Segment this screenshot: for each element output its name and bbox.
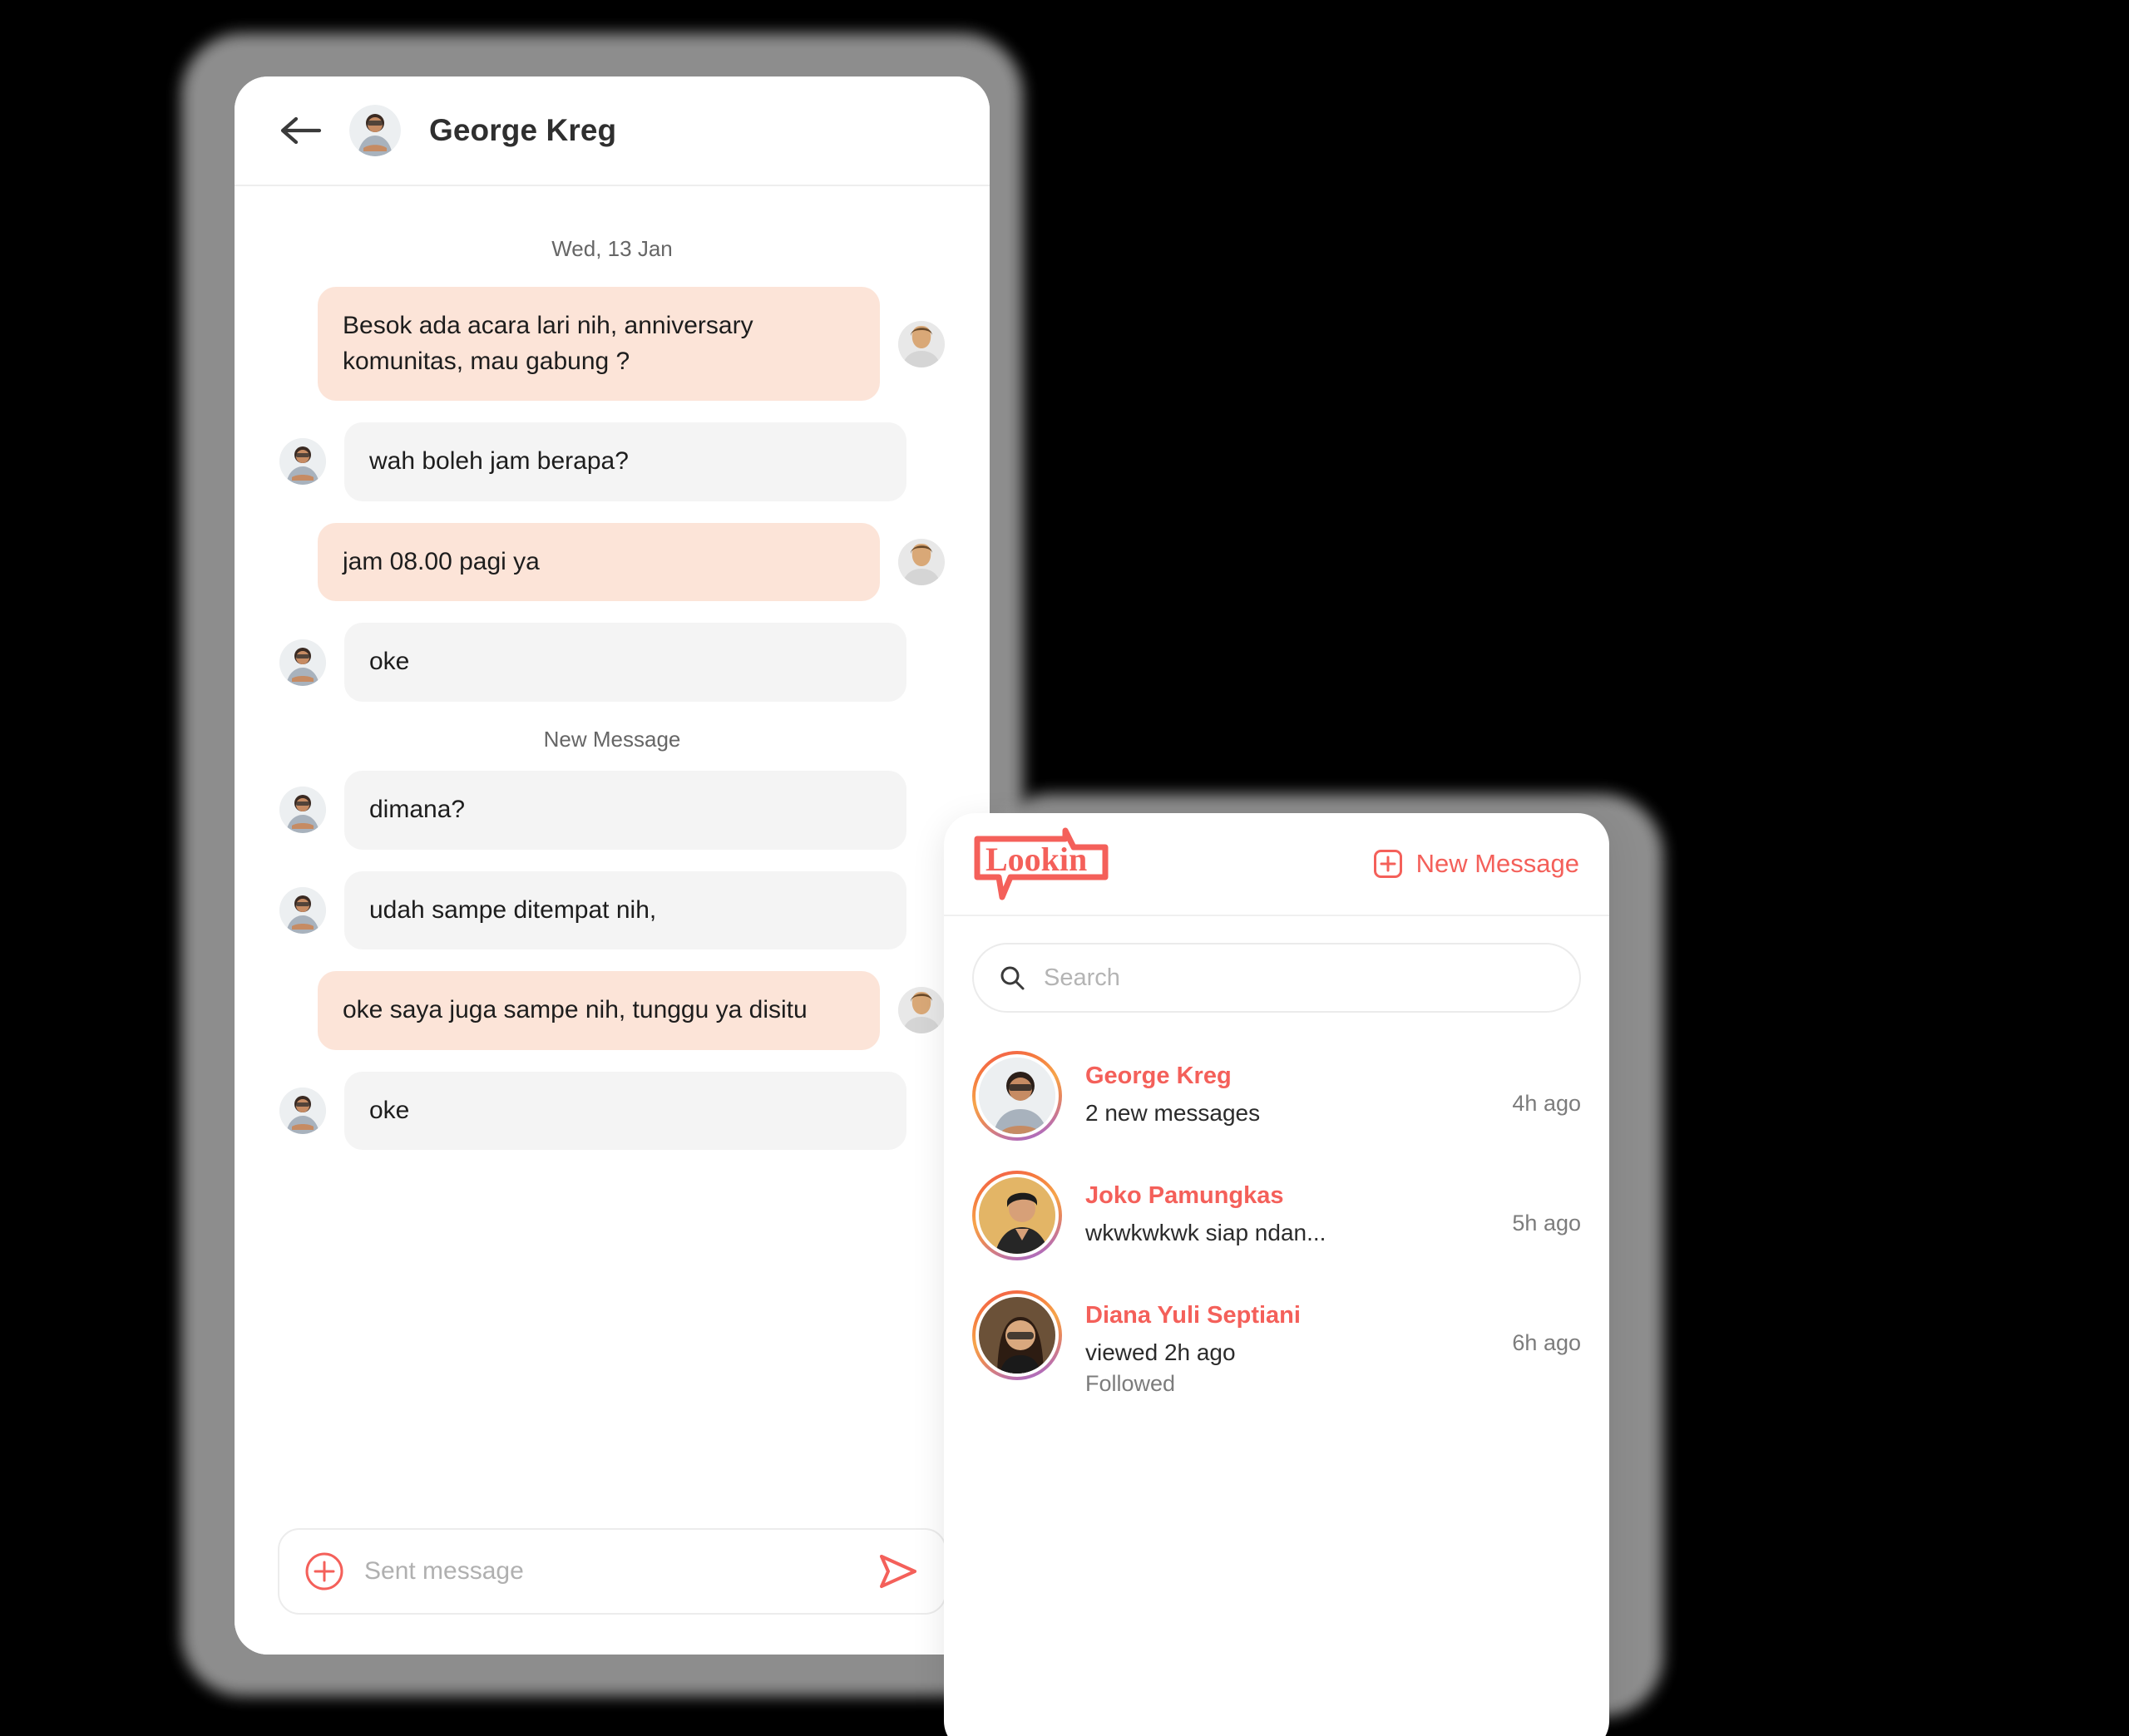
inbox-header: Lookin New Message (944, 813, 1609, 916)
message-row: oke (235, 623, 990, 702)
avatar (279, 787, 326, 834)
follow-status: Followed (1085, 1371, 1176, 1396)
new-message-label: New Message (1415, 849, 1579, 878)
list-item[interactable]: Joko Pamungkas wkwkwkwk siap ndan... 5h … (972, 1156, 1581, 1275)
send-paper-plane-icon[interactable] (877, 1550, 920, 1593)
svg-text:Lookin: Lookin (985, 841, 1087, 878)
message-preview: viewed 2h ago (1085, 1339, 1236, 1365)
message-row: udah sampe ditempat nih, (235, 870, 990, 950)
avatar (898, 539, 945, 586)
date-separator: Wed, 13 Jan (551, 236, 673, 261)
chat-header: George Kreg (235, 76, 990, 186)
inbox-panel: Lookin New Message Search George Kreg 2 … (944, 813, 1609, 1736)
message-row: oke (235, 1071, 990, 1151)
avatar (279, 886, 326, 934)
composer[interactable] (278, 1528, 946, 1615)
search-section (944, 916, 1609, 1018)
message-bubble-outgoing: oke saya juga sampe nih, tunggu ya disit… (318, 971, 880, 1050)
avatar (279, 1087, 326, 1135)
timestamp: 6h ago (1512, 1330, 1581, 1355)
message-row: wah boleh jam berapa? (235, 422, 990, 501)
message-input[interactable] (364, 1557, 860, 1586)
timestamp: 5h ago (1512, 1211, 1581, 1235)
message-bubble-outgoing: Besok ada acara lari nih, anniversary ko… (318, 287, 880, 402)
message-bubble-incoming: oke (344, 623, 906, 702)
message-row: jam 08.00 pagi ya (235, 522, 990, 602)
message-row: Besok ada acara lari nih, anniversary ko… (235, 287, 990, 402)
avatar (972, 1171, 1062, 1260)
new-message-button[interactable]: New Message (1373, 849, 1579, 879)
lookin-logo: Lookin (972, 826, 1110, 902)
composer-bar (235, 1488, 990, 1655)
list-item-text: Joko Pamungkas wkwkwkwk siap ndan... (1085, 1171, 1512, 1246)
list-item[interactable]: Diana Yuli Septiani viewed 2h ago Follow… (972, 1275, 1581, 1412)
contact-name: George Kreg (1085, 1063, 1232, 1089)
chat-header-avatar (349, 105, 401, 156)
timestamp: 4h ago (1512, 1091, 1581, 1116)
list-item-text: Diana Yuli Septiani viewed 2h ago Follow… (1085, 1290, 1512, 1397)
message-row: dimana? (235, 770, 990, 850)
list-item-text: George Kreg 2 new messages (1085, 1051, 1512, 1127)
avatar (898, 320, 945, 367)
message-bubble-incoming: wah boleh jam berapa? (344, 422, 906, 501)
message-row: oke saya juga sampe nih, tunggu ya disit… (235, 971, 990, 1050)
chat-message-list[interactable]: Wed, 13 Jan Besok ada acara lari nih, an… (235, 186, 990, 1655)
chat-panel: George Kreg Wed, 13 Jan Besok ada acara … (235, 76, 990, 1655)
message-bubble-incoming: oke (344, 1071, 906, 1151)
message-bubble-incoming: dimana? (344, 770, 906, 850)
screen-root: George Kreg Wed, 13 Jan Besok ada acara … (0, 0, 2129, 1736)
new-message-separator: New Message (543, 726, 681, 752)
avatar (279, 438, 326, 486)
plus-circle-icon[interactable] (304, 1551, 344, 1591)
back-arrow-icon[interactable] (278, 112, 323, 149)
search-icon (999, 964, 1025, 991)
conversation-list: George Kreg 2 new messages 4h ago Joko P… (944, 1018, 1609, 1412)
search-box[interactable] (972, 943, 1581, 1013)
avatar (898, 987, 945, 1034)
chat-title: George Kreg (429, 113, 617, 147)
message-preview: wkwkwkwk siap ndan... (1085, 1220, 1326, 1245)
search-input[interactable] (1044, 964, 1554, 992)
message-bubble-incoming: udah sampe ditempat nih, (344, 870, 906, 950)
plus-square-icon (1373, 849, 1403, 879)
message-preview: 2 new messages (1085, 1100, 1261, 1126)
avatar (279, 639, 326, 686)
contact-name: Joko Pamungkas (1085, 1182, 1284, 1209)
contact-name: Diana Yuli Septiani (1085, 1302, 1301, 1329)
avatar (972, 1290, 1062, 1380)
message-bubble-outgoing: jam 08.00 pagi ya (318, 522, 880, 602)
list-item[interactable]: George Kreg 2 new messages 4h ago (972, 1036, 1581, 1156)
avatar (972, 1051, 1062, 1141)
